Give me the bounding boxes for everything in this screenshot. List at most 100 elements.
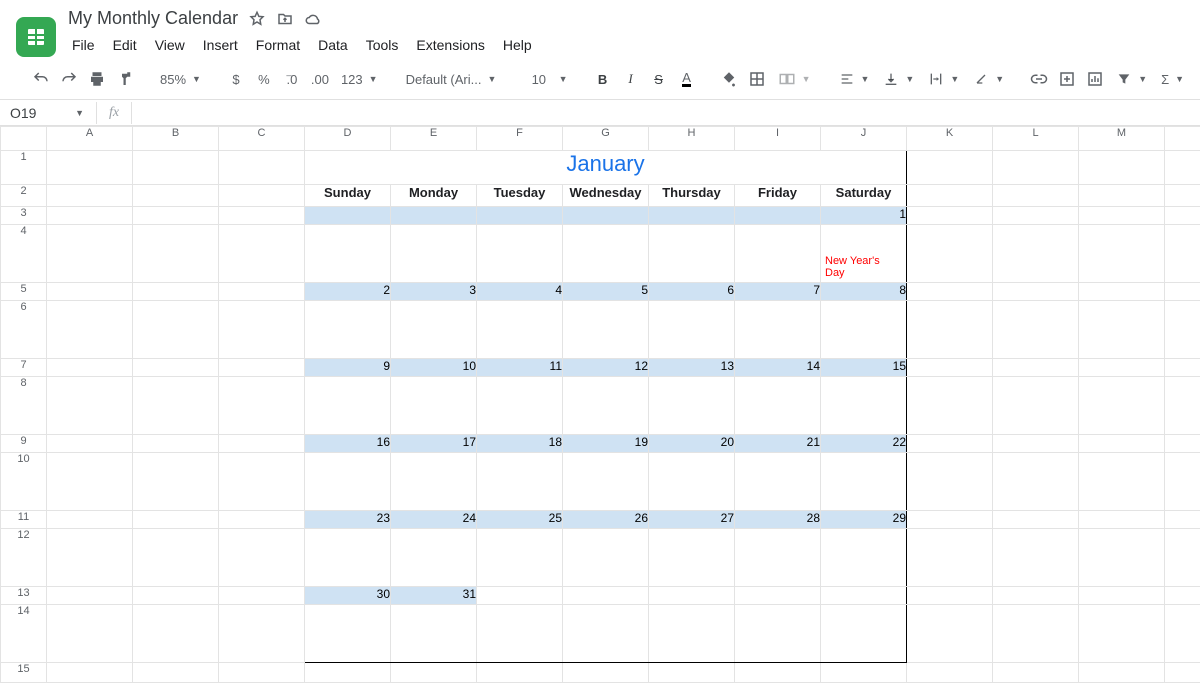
menu-edit[interactable]: Edit	[105, 33, 145, 57]
event-cell[interactable]	[305, 301, 391, 359]
cell[interactable]	[219, 453, 305, 511]
insert-comment-button[interactable]	[1054, 65, 1080, 93]
cell[interactable]	[219, 283, 305, 301]
date-cell[interactable]: 9	[305, 359, 391, 377]
cell[interactable]	[993, 377, 1079, 435]
event-cell[interactable]	[563, 453, 649, 511]
event-cell[interactable]	[391, 605, 477, 663]
cell[interactable]	[133, 435, 219, 453]
cell[interactable]	[1079, 359, 1165, 377]
cloud-status-icon[interactable]	[304, 10, 322, 28]
cell[interactable]	[907, 663, 993, 683]
italic-button[interactable]: I	[618, 65, 644, 93]
cell[interactable]	[1165, 663, 1200, 683]
date-cell[interactable]	[391, 207, 477, 225]
cell[interactable]	[1079, 301, 1165, 359]
cell[interactable]	[47, 207, 133, 225]
event-cell[interactable]	[735, 453, 821, 511]
cell[interactable]	[735, 663, 821, 683]
cell[interactable]	[1165, 151, 1200, 185]
format-percent-button[interactable]: %	[251, 65, 277, 93]
col-header[interactable]: D	[305, 127, 391, 151]
cell[interactable]	[1165, 453, 1200, 511]
cell[interactable]	[907, 151, 993, 185]
undo-button[interactable]	[28, 65, 54, 93]
cell[interactable]	[1165, 207, 1200, 225]
date-cell[interactable]: 29	[821, 511, 907, 529]
date-cell[interactable]	[477, 207, 563, 225]
dow-cell[interactable]: Sunday	[305, 185, 391, 207]
event-cell[interactable]	[563, 529, 649, 587]
cell[interactable]	[993, 225, 1079, 283]
text-color-button[interactable]: A	[674, 65, 700, 93]
cell[interactable]	[993, 301, 1079, 359]
date-cell[interactable]: 6	[649, 283, 735, 301]
event-cell[interactable]	[477, 453, 563, 511]
col-header[interactable]: K	[907, 127, 993, 151]
cell[interactable]	[821, 663, 907, 683]
cell[interactable]	[219, 185, 305, 207]
event-cell[interactable]: New Year's Day	[821, 225, 907, 283]
event-cell[interactable]	[563, 301, 649, 359]
bold-button[interactable]: B	[590, 65, 616, 93]
cell[interactable]	[907, 529, 993, 587]
date-cell[interactable]: 1	[821, 207, 907, 225]
dow-cell[interactable]: Wednesday	[563, 185, 649, 207]
cell[interactable]	[133, 663, 219, 683]
cell[interactable]	[1079, 511, 1165, 529]
menu-insert[interactable]: Insert	[195, 33, 246, 57]
event-cell[interactable]	[305, 225, 391, 283]
date-cell[interactable]	[563, 207, 649, 225]
menu-tools[interactable]: Tools	[358, 33, 407, 57]
cell[interactable]	[907, 359, 993, 377]
event-cell[interactable]	[477, 225, 563, 283]
date-cell[interactable]: 4	[477, 283, 563, 301]
cell[interactable]	[1165, 435, 1200, 453]
star-icon[interactable]	[248, 10, 266, 28]
cell[interactable]	[1079, 377, 1165, 435]
redo-button[interactable]	[56, 65, 82, 93]
date-cell[interactable]: 15	[821, 359, 907, 377]
row-header[interactable]: 1	[1, 151, 47, 185]
menu-view[interactable]: View	[147, 33, 193, 57]
cell[interactable]	[219, 435, 305, 453]
insert-chart-button[interactable]	[1082, 65, 1108, 93]
cell[interactable]	[1165, 605, 1200, 663]
cell[interactable]	[1165, 529, 1200, 587]
cell[interactable]	[47, 185, 133, 207]
date-cell[interactable]: 16	[305, 435, 391, 453]
date-cell[interactable]: 28	[735, 511, 821, 529]
cell[interactable]	[133, 225, 219, 283]
cell[interactable]	[219, 359, 305, 377]
dow-cell[interactable]: Monday	[391, 185, 477, 207]
event-cell[interactable]	[305, 377, 391, 435]
cell[interactable]	[133, 359, 219, 377]
menu-data[interactable]: Data	[310, 33, 356, 57]
event-cell[interactable]	[735, 225, 821, 283]
date-cell[interactable]: 8	[821, 283, 907, 301]
event-cell[interactable]	[305, 529, 391, 587]
cell[interactable]	[907, 435, 993, 453]
filter-dropdown[interactable]: ▼	[1110, 65, 1153, 93]
event-cell[interactable]	[563, 605, 649, 663]
event-cell[interactable]	[391, 529, 477, 587]
select-all-corner[interactable]	[1, 127, 47, 151]
cell[interactable]	[993, 605, 1079, 663]
date-cell[interactable]: 7	[735, 283, 821, 301]
cell[interactable]	[993, 359, 1079, 377]
increase-decimal-button[interactable]: .00	[307, 65, 333, 93]
cell[interactable]	[219, 301, 305, 359]
col-header[interactable]: M	[1079, 127, 1165, 151]
cell[interactable]	[219, 225, 305, 283]
event-cell[interactable]	[735, 529, 821, 587]
date-cell[interactable]	[735, 587, 821, 605]
event-cell[interactable]	[649, 225, 735, 283]
cell[interactable]	[47, 377, 133, 435]
cell[interactable]	[1165, 377, 1200, 435]
cell[interactable]	[133, 207, 219, 225]
cell[interactable]	[219, 151, 305, 185]
col-header[interactable]: G	[563, 127, 649, 151]
date-cell[interactable]: 3	[391, 283, 477, 301]
event-cell[interactable]	[305, 605, 391, 663]
date-cell[interactable]: 11	[477, 359, 563, 377]
